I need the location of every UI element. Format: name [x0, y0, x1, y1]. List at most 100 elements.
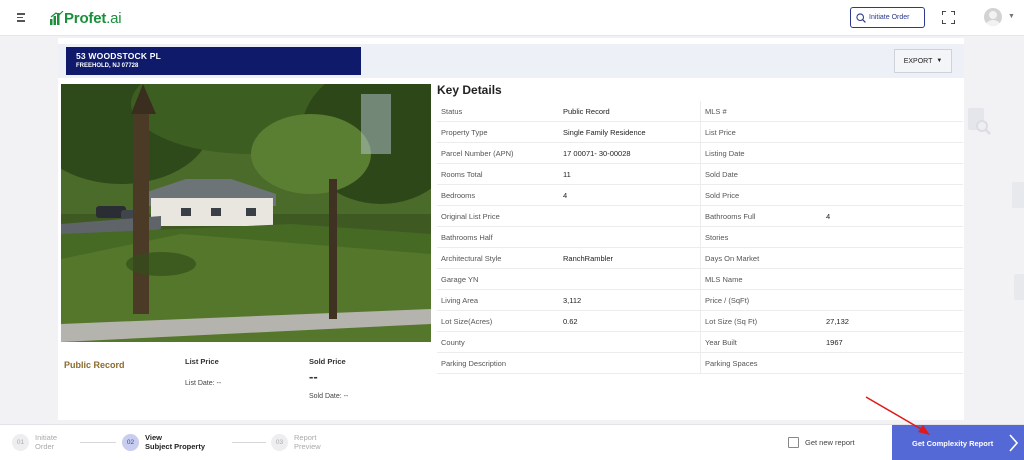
document-search-icon — [968, 108, 991, 135]
detail-label: Lot Size(Acres) — [441, 316, 493, 326]
list-date-label: List Date: -- — [185, 380, 222, 387]
detail-value: RanchRambler — [563, 253, 614, 263]
detail-label: Year Built — [700, 332, 826, 352]
document-icon — [1014, 274, 1024, 300]
table-row: Architectural Style RanchRambler Days On M… — [437, 248, 963, 269]
get-complexity-report-button[interactable]: Get Complexity Report — [892, 425, 1024, 460]
export-button[interactable]: EXPORT ▼ — [894, 49, 952, 73]
detail-value — [826, 227, 963, 247]
detail-value — [563, 269, 700, 289]
sold-price-label: Sold Price — [309, 357, 346, 366]
get-complexity-report-label: Get Complexity Report — [912, 438, 994, 448]
table-row: Bedrooms 4 Sold Price — [437, 185, 963, 206]
export-label: EXPORT — [903, 57, 933, 65]
initiate-order-button[interactable]: Initiate Order — [850, 7, 925, 28]
detail-label: Architectural Style — [441, 253, 502, 263]
detail-label: MLS Name — [700, 269, 826, 289]
detail-label: Bedrooms — [441, 190, 476, 200]
step-label: View Subject Property — [145, 433, 206, 451]
detail-value — [563, 353, 700, 373]
detail-value — [826, 269, 963, 289]
table-row: Living Area 3,112 Price / (SqFt) — [437, 290, 963, 311]
key-details-title: Key Details — [437, 83, 502, 97]
property-card: 53 WOODSTOCK PL FREEHOLD, NJ 07728 EXPOR… — [58, 38, 964, 420]
detail-label: Stories — [700, 227, 826, 247]
get-new-report-label: Get new report — [805, 438, 855, 447]
step-number: 03 — [271, 433, 288, 451]
logo-bars-icon — [50, 11, 64, 25]
address-city: FREEHOLD, NJ 07728 — [76, 63, 139, 69]
detail-label: Parking Description — [441, 358, 507, 368]
logo[interactable]: Profet.ai — [50, 8, 122, 28]
step-view-subject-property[interactable]: 02 View Subject Property — [122, 433, 205, 451]
table-row: Rooms Total 11 Sold Date — [437, 164, 963, 185]
search-icon — [856, 12, 866, 23]
sold-price-value: -- — [309, 369, 318, 384]
detail-label: Property Type — [441, 127, 488, 137]
table-row: Status Public Record MLS # — [437, 101, 963, 122]
detail-value: 27,132 — [826, 316, 849, 326]
key-details-table: Status Public Record MLS # Property Type Sin… — [437, 101, 963, 374]
detail-value — [826, 248, 963, 268]
initiate-order-label: Initiate Order — [869, 14, 910, 21]
detail-label: Days On Market — [700, 248, 826, 268]
detail-value — [563, 332, 700, 352]
detail-label: Listing Date — [700, 143, 826, 163]
detail-value — [563, 206, 700, 226]
table-row: Lot Size(Acres) 0.62 Lot Size (Sq Ft) 27,13… — [437, 311, 963, 332]
detail-label: Original List Price — [441, 211, 500, 221]
detail-label: Sold Price — [700, 185, 826, 205]
detail-label: Bathrooms Half — [441, 232, 493, 242]
detail-value: 1967 — [826, 337, 843, 347]
detail-label: County — [441, 337, 465, 347]
detail-label: Sold Date — [700, 164, 826, 184]
chevron-right-icon — [1009, 434, 1018, 452]
detail-label: Parcel Number (APN) — [441, 148, 514, 158]
table-row: Garage YN MLS Name — [437, 269, 963, 290]
step-number: 01 — [12, 433, 29, 451]
detail-value: Single Family Residence — [563, 127, 646, 137]
detail-value: Public Record — [563, 106, 610, 116]
step-report-preview[interactable]: 03 Report Preview — [271, 433, 321, 451]
detail-value — [826, 101, 963, 121]
step-label: Report Preview — [294, 433, 321, 451]
detail-value: 0.62 — [563, 316, 578, 326]
fullscreen-icon[interactable] — [942, 11, 955, 24]
step-number: 02 — [122, 433, 139, 451]
user-avatar[interactable] — [984, 8, 1002, 26]
step-initiate-order[interactable]: 01 Initiate Order — [12, 433, 57, 451]
table-row: County Year Built 1967 — [437, 332, 963, 353]
detail-value: 4 — [563, 190, 568, 200]
detail-value: 11 — [563, 169, 571, 179]
table-row: Original List Price Bathrooms Full 4 — [437, 206, 963, 227]
document-icon — [1012, 182, 1024, 208]
address-box: 53 WOODSTOCK PL FREEHOLD, NJ 07728 — [66, 47, 361, 75]
chevron-down-icon[interactable]: ▼ — [1008, 13, 1015, 20]
table-row: Parcel Number (APN) 17 00071- 30-00028 Lis… — [437, 143, 963, 164]
detail-label: Price / (SqFt) — [700, 290, 826, 310]
get-new-report-checkbox[interactable] — [788, 437, 799, 448]
detail-label: Lot Size (Sq Ft) — [700, 311, 826, 331]
detail-label: MLS # — [700, 101, 826, 121]
detail-label: Bathrooms Full — [700, 206, 826, 226]
caret-down-icon: ▼ — [936, 58, 943, 64]
detail-value — [826, 143, 963, 163]
hamburger-menu-icon[interactable] — [17, 13, 25, 22]
sold-date-label: Sold Date: -- — [309, 393, 349, 400]
get-new-report-option[interactable]: Get new report — [788, 437, 855, 448]
detail-label: Living Area — [441, 295, 479, 305]
detail-value — [826, 290, 963, 310]
address-street: 53 WOODSTOCK PL — [76, 51, 162, 61]
table-row: Property Type Single Family Residence List… — [437, 122, 963, 143]
step-connector — [80, 442, 116, 443]
detail-label: List Price — [700, 122, 826, 142]
detail-value: 4 — [826, 211, 831, 221]
progress-stepper: 01 Initiate Order 02 View Subject Property… — [0, 424, 1024, 460]
price-summary: Public Record List Price List Date: -- S… — [58, 350, 428, 410]
detail-value — [563, 227, 700, 247]
list-price-label: List Price — [185, 357, 219, 366]
logo-text: Profet.ai — [64, 9, 122, 27]
detail-value — [826, 164, 963, 184]
detail-label: Parking Spaces — [700, 353, 826, 373]
step-label: Initiate Order — [35, 433, 58, 451]
